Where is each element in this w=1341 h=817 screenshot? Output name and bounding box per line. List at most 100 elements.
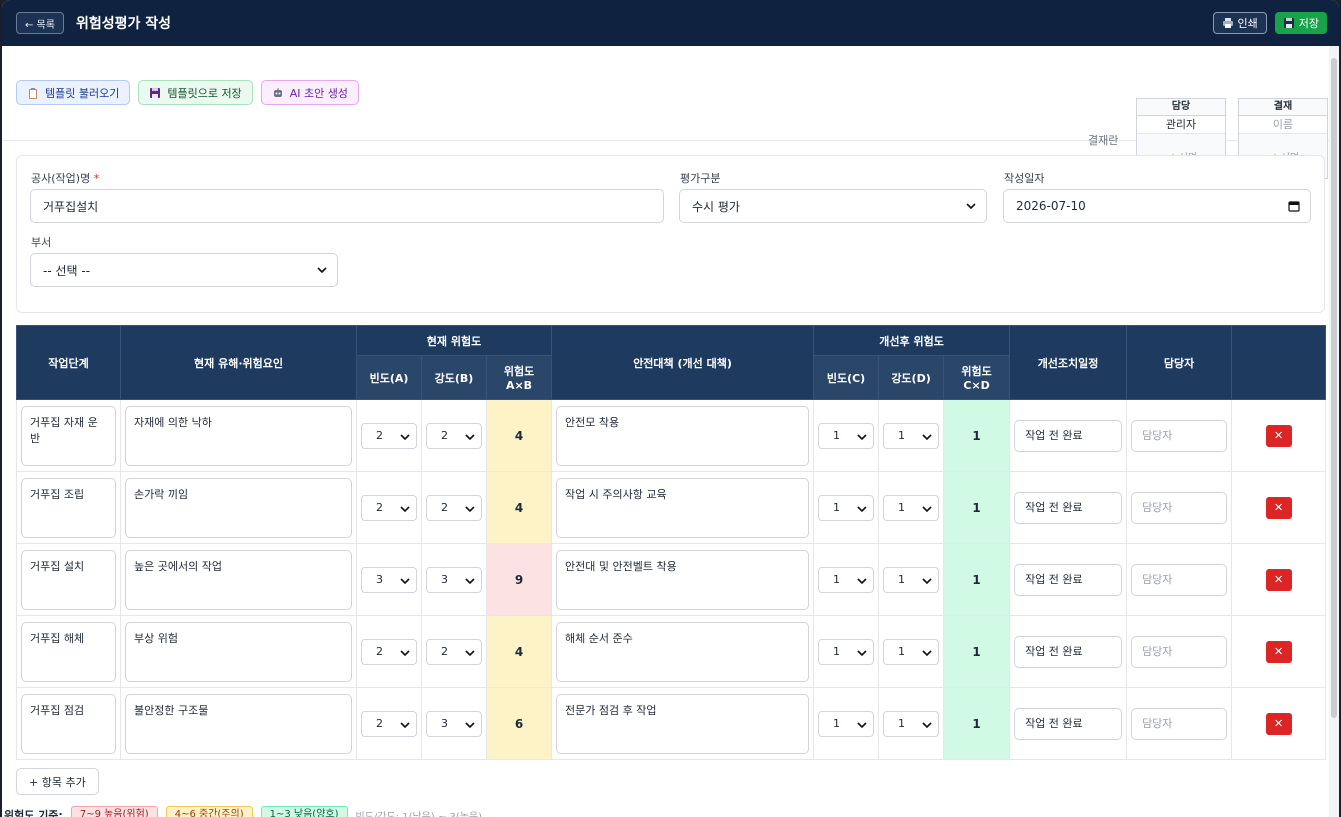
sev-d-cell: 1 [878, 543, 945, 616]
sev-d-select[interactable]: 1 [883, 710, 940, 737]
print-button[interactable]: 인쇄 [1212, 12, 1267, 34]
risk-cd-cell: 1 [943, 615, 1011, 688]
schedule-input[interactable]: 작업 전 완료 [1014, 491, 1123, 524]
stage-input[interactable]: 거푸집 해체 [21, 621, 116, 682]
freq-c-select[interactable]: 1 [818, 494, 875, 521]
owner-input[interactable]: 담당자 [1131, 563, 1228, 596]
risk-cd-cell: 1 [943, 399, 1011, 472]
col-risk-cd: 위험도 C×D [943, 355, 1011, 400]
stage-input[interactable]: 거푸집 점검 [21, 693, 116, 754]
col-freq-c: 빈도(C) [813, 355, 880, 400]
freq-c-cell: 1 [813, 471, 880, 544]
freq-c-select[interactable]: 1 [818, 422, 875, 449]
sev-d-select[interactable]: 1 [883, 566, 940, 593]
hazard-cell: 부상 위험 [120, 615, 357, 688]
legend-medium: 4~6 중간(주의) [165, 806, 253, 817]
col-freq-a: 빈도(A) [356, 355, 422, 400]
schedule-input[interactable]: 작업 전 완료 [1014, 635, 1123, 668]
work-name-label: 공사(작업)명 * [31, 172, 100, 185]
freq-c-select[interactable]: 1 [818, 710, 875, 737]
hazard-input[interactable]: 자재에 의한 낙하 [125, 405, 352, 466]
chevron-down-icon [857, 505, 867, 512]
freq-c-select[interactable]: 1 [818, 638, 875, 665]
sev-b-select[interactable]: 2 [426, 422, 482, 449]
ai-draft-label: AI 초안 생성 [289, 86, 348, 100]
stage-input[interactable]: 거푸집 설치 [21, 549, 116, 610]
schedule-input[interactable]: 작업 전 완료 [1014, 707, 1123, 740]
freq-c-select[interactable]: 1 [818, 566, 875, 593]
robot-icon [273, 87, 282, 97]
save-button[interactable]: 저장 [1274, 12, 1327, 34]
sev-b-select[interactable]: 2 [426, 494, 482, 521]
stage-cell: 거푸집 설치 [16, 543, 121, 616]
schedule-input[interactable]: 작업 전 완료 [1014, 563, 1123, 596]
stage-input[interactable]: 거푸집 조립 [21, 477, 116, 538]
hazard-input[interactable]: 손가락 끼임 [125, 477, 352, 538]
sev-b-select[interactable]: 3 [426, 710, 482, 737]
freq-a-select[interactable]: 2 [361, 422, 417, 449]
freq-a-select[interactable]: 3 [361, 566, 417, 593]
eval-type-select[interactable]: 수시 평가 [679, 189, 987, 223]
delete-row-button[interactable]: ✕ [1265, 496, 1292, 519]
scrollbar-thumb[interactable] [1331, 58, 1337, 718]
col-owner: 담당자 [1126, 325, 1233, 400]
schedule-cell: 작업 전 완료 [1009, 687, 1128, 760]
owner-input[interactable]: 담당자 [1131, 491, 1228, 524]
sev-b-cell: 2 [421, 615, 487, 688]
sev-b-select[interactable]: 2 [426, 638, 482, 665]
work-name-input[interactable]: 거푸집설치 [30, 189, 664, 223]
date-input[interactable]: 2026-07-10 [1003, 189, 1311, 223]
risk-legend: 위험도 기준: 7~9 높음(위험) 4~6 중간(주의) 1~3 낮음(양호)… [4, 806, 482, 817]
hazard-cell: 손가락 끼임 [120, 471, 357, 544]
delete-row-button[interactable]: ✕ [1265, 712, 1292, 735]
sev-b-cell: 2 [421, 471, 487, 544]
delete-row-button[interactable]: ✕ [1265, 640, 1292, 663]
action-cell: ✕ [1231, 471, 1327, 544]
sev-d-select[interactable]: 1 [883, 638, 940, 665]
dept-select[interactable]: -- 선택 -- [30, 253, 338, 287]
add-item-button[interactable]: + 항목 추가 [16, 768, 99, 795]
measure-input[interactable]: 작업 시 주의사항 교육 [556, 477, 810, 538]
hazard-input[interactable]: 부상 위험 [125, 621, 352, 682]
chevron-down-icon [400, 433, 410, 440]
freq-a-select[interactable]: 2 [361, 494, 417, 521]
schedule-input[interactable]: 작업 전 완료 [1014, 419, 1123, 452]
sev-b-select[interactable]: 3 [426, 566, 482, 593]
load-template-button[interactable]: 템플릿 불러오기 [16, 80, 131, 105]
measure-input[interactable]: 안전모 착용 [556, 405, 810, 466]
action-cell: ✕ [1231, 687, 1327, 760]
chevron-down-icon [922, 433, 932, 440]
stage-cell: 거푸집 점검 [16, 687, 121, 760]
date-label: 작성일자 [1004, 172, 1045, 185]
freq-a-select[interactable]: 2 [361, 710, 417, 737]
back-to-list-button[interactable]: ← 목록 [16, 12, 64, 34]
chevron-down-icon [400, 649, 410, 656]
measure-input[interactable]: 안전대 및 안전벨트 착용 [556, 549, 810, 610]
eval-type-value: 수시 평가 [692, 199, 740, 214]
measure-cell: 안전대 및 안전벨트 착용 [551, 543, 815, 616]
col-current-risk: 현재 위험도 [355, 325, 553, 356]
owner-input[interactable]: 담당자 [1131, 419, 1228, 452]
save-template-button[interactable]: 템플릿으로 저장 [138, 80, 253, 105]
delete-row-button[interactable]: ✕ [1265, 424, 1292, 447]
owner-input[interactable]: 담당자 [1131, 707, 1228, 740]
sev-d-select[interactable]: 1 [883, 494, 940, 521]
measure-input[interactable]: 전문가 점검 후 작업 [556, 693, 810, 754]
sev-d-select[interactable]: 1 [883, 422, 940, 449]
info-form: 공사(작업)명 * 거푸집설치 평가구분 수시 평가 작성일자 2026-07-… [16, 155, 1325, 313]
chevron-down-icon [465, 577, 475, 584]
delete-row-button[interactable]: ✕ [1265, 568, 1292, 591]
stage-input[interactable]: 거푸집 자재 운반 [21, 405, 116, 466]
hazard-input[interactable]: 불안정한 구조물 [125, 693, 352, 754]
freq-a-cell: 2 [356, 687, 422, 760]
freq-a-select[interactable]: 2 [361, 638, 417, 665]
template-toolbar: 템플릿 불러오기 템플릿으로 저장 AI 초안 생성 결재란 담당 관리자 서명… [2, 46, 1339, 179]
freq-a-cell: 2 [356, 471, 422, 544]
ai-draft-button[interactable]: AI 초안 생성 [260, 80, 359, 105]
measure-input[interactable]: 해체 순서 준수 [556, 621, 810, 682]
hazard-input[interactable]: 높은 곳에서의 작업 [125, 549, 352, 610]
floppy-icon [150, 87, 161, 98]
calendar-icon[interactable] [1288, 200, 1300, 212]
risk-ab-cell: 9 [485, 543, 553, 616]
owner-input[interactable]: 담당자 [1131, 635, 1228, 668]
